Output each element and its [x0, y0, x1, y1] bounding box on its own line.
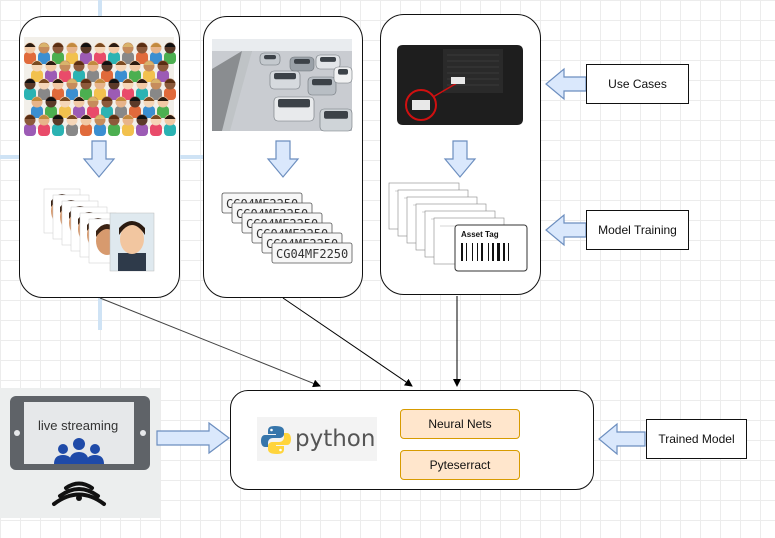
chip-pyteserract[interactable]: Pyteserract	[400, 450, 520, 480]
python-logo: python	[257, 417, 377, 461]
python-logo-text: python	[295, 426, 376, 452]
arrow-stream-to-model	[156, 421, 230, 455]
python-logo-icon	[261, 426, 291, 454]
processing-box[interactable]: python Neural Nets Pyteserract	[230, 390, 594, 490]
live-streaming-device: live streaming	[0, 388, 160, 518]
live-streaming-label: live streaming	[38, 418, 119, 433]
chip-neural-nets[interactable]: Neural Nets	[400, 409, 520, 439]
